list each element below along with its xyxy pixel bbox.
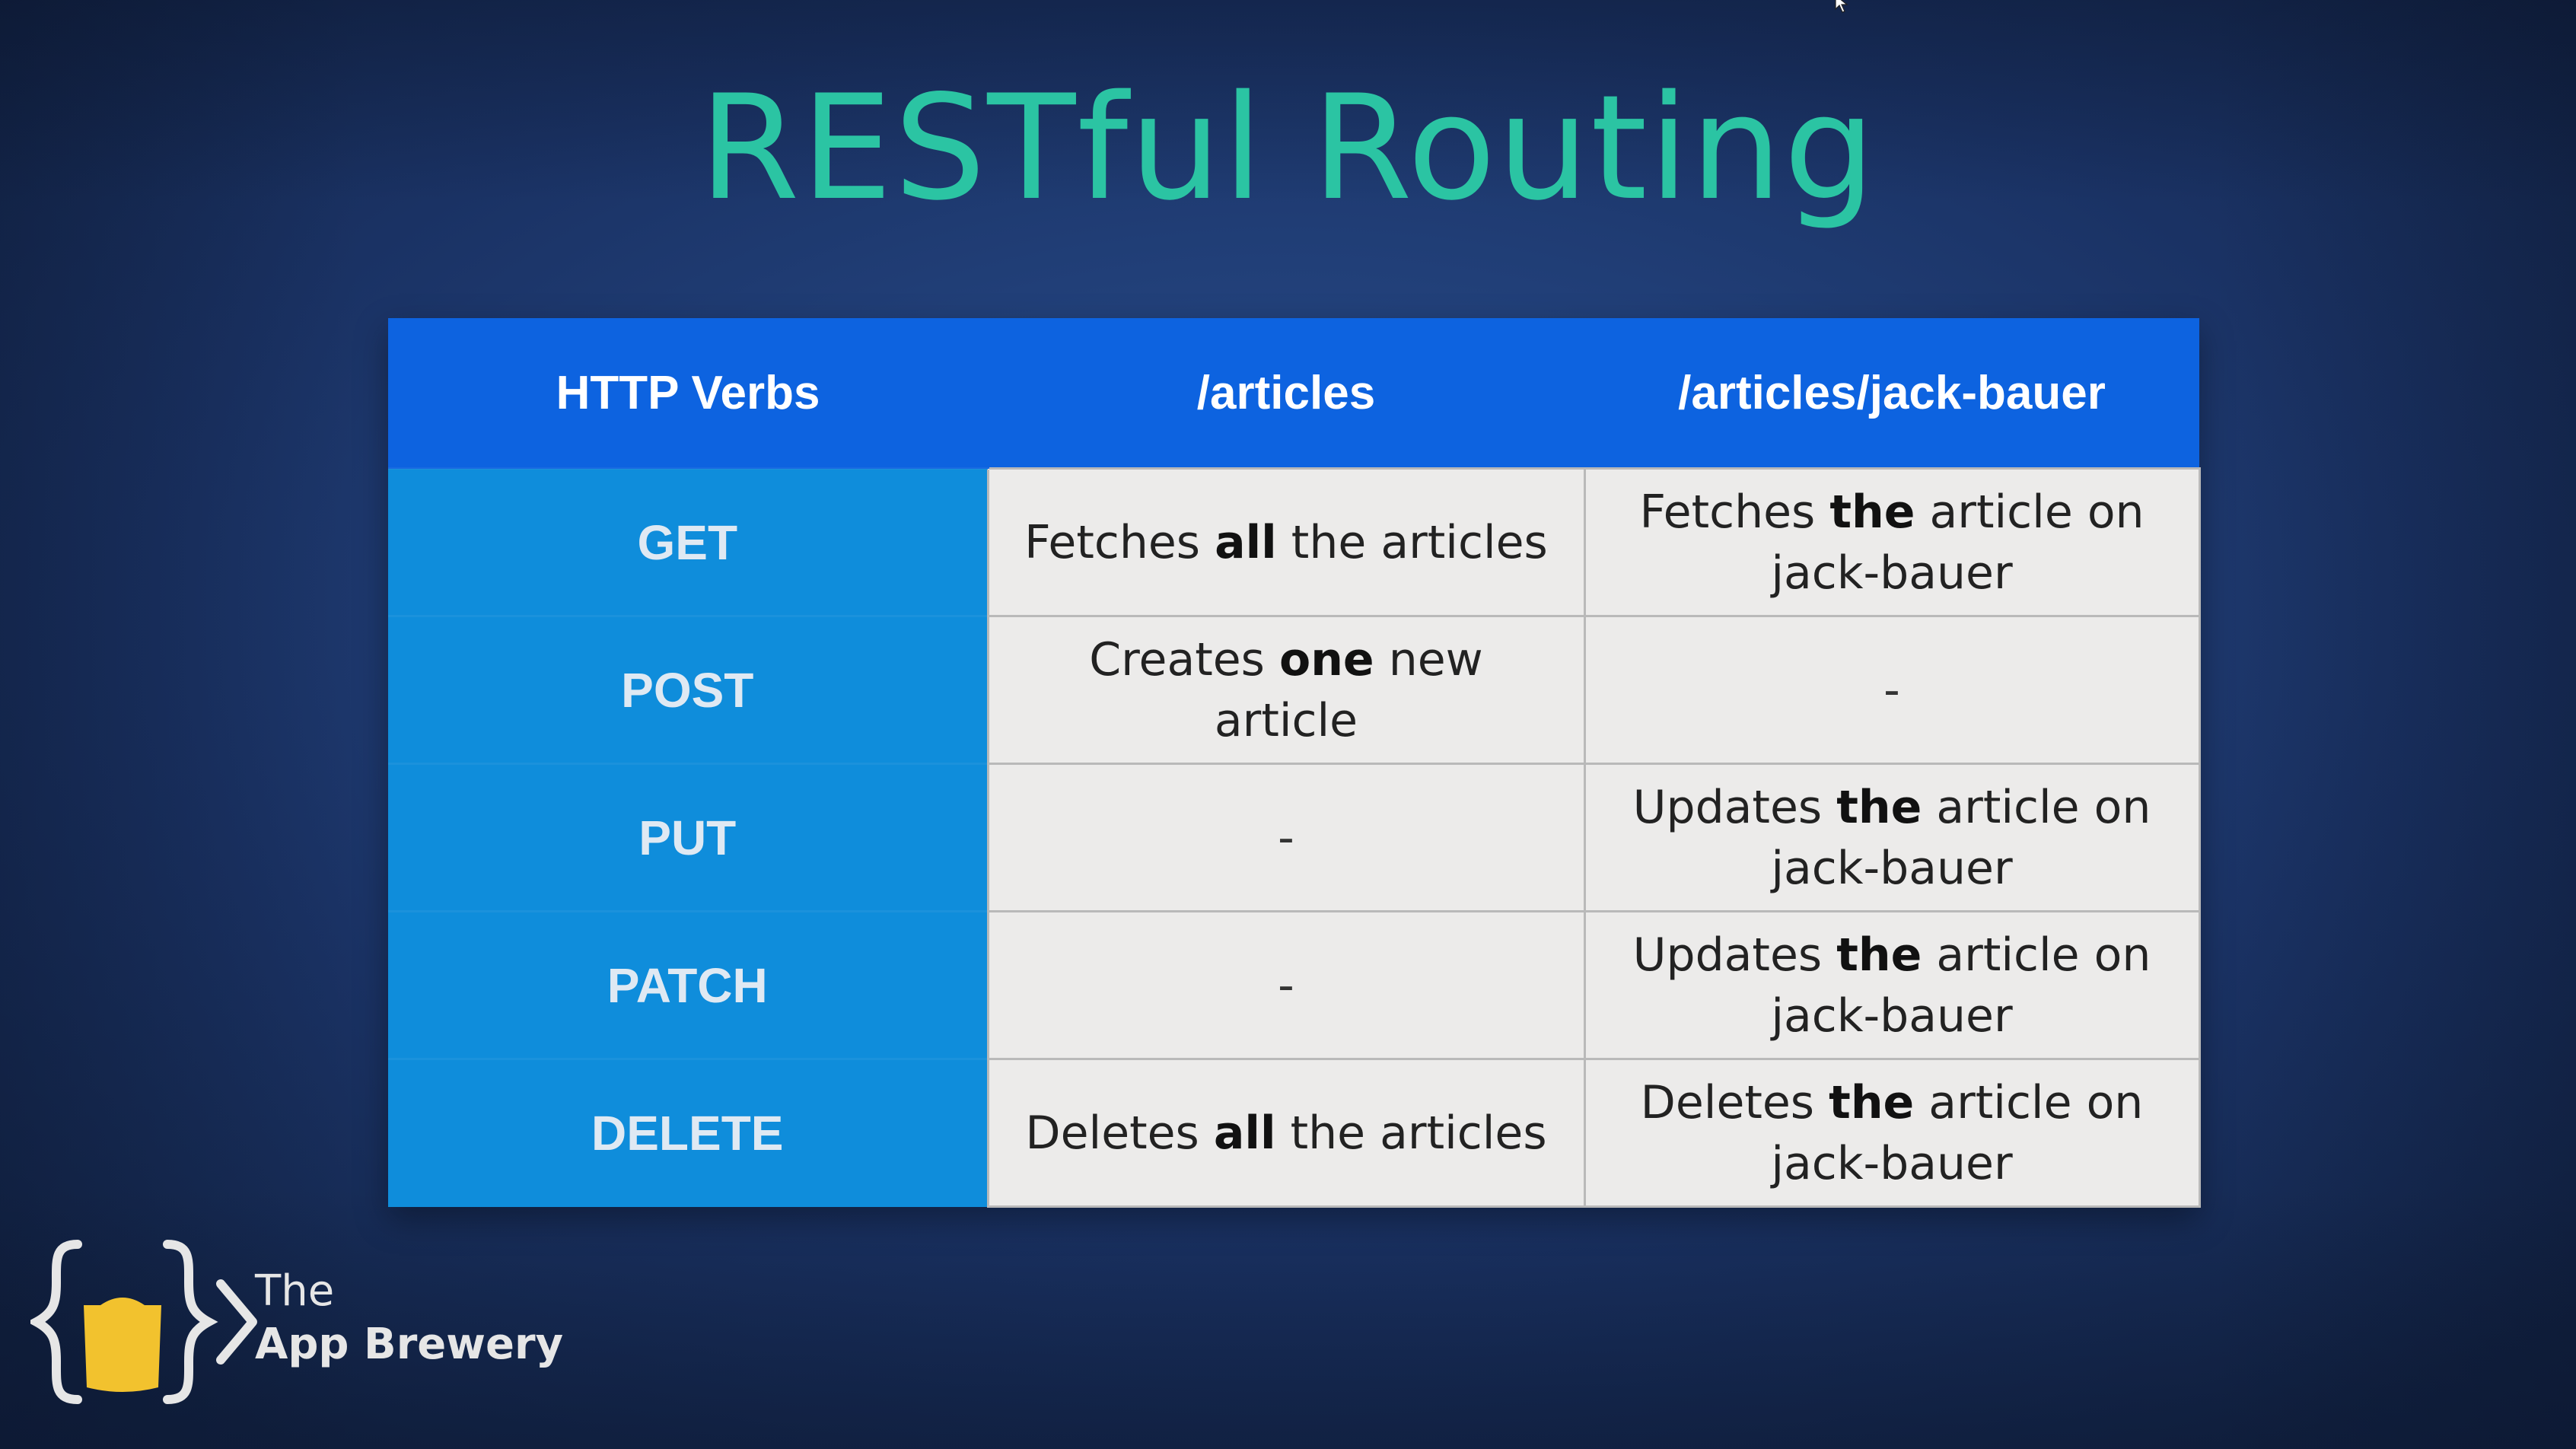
table-header-row: HTTP Verbs /articles /articles/jack-baue… <box>388 318 2199 469</box>
cell-emphasis: the <box>1836 928 1922 982</box>
articles-cell: Deletes all the articles <box>986 1058 1586 1208</box>
cell-emphasis: all <box>1215 515 1277 569</box>
cell-text: - <box>1883 663 1900 717</box>
slide-title: RESTful Routing <box>699 64 1877 232</box>
single-article-cell: Updates the article on jack-bauer <box>1583 910 2201 1060</box>
single-article-cell: - <box>1583 615 2201 765</box>
articles-cell: - <box>986 910 1586 1060</box>
articles-cell: Fetches all the articles <box>986 467 1586 617</box>
cell-emphasis: the <box>1836 780 1922 834</box>
routes-table: HTTP Verbs /articles /articles/jack-baue… <box>388 318 2201 1208</box>
header-articles: /articles <box>988 318 1584 469</box>
logo-text-the: The <box>255 1266 335 1316</box>
routes-table-container: HTTP Verbs /articles /articles/jack-baue… <box>388 318 2201 1208</box>
mouse-pointer-icon <box>1835 0 1848 13</box>
table-row: PATCH - Updates the article on jack-baue… <box>388 910 2201 1060</box>
table-row: POST Creates one new article - <box>388 615 2201 765</box>
cell-emphasis: one <box>1278 632 1374 686</box>
cell-text: Deletes <box>1640 1075 1829 1129</box>
single-article-cell: Updates the article on jack-bauer <box>1583 763 2201 912</box>
cell-text: the articles <box>1276 515 1548 569</box>
cell-emphasis: all <box>1213 1106 1276 1160</box>
verb-cell-put: PUT <box>388 763 988 912</box>
single-article-cell: Fetches the article on jack-bauer <box>1583 467 2201 617</box>
cell-text: the articles <box>1275 1106 1547 1160</box>
cell-text: Creates <box>1089 632 1279 686</box>
table-row: DELETE Deletes all the articles Deletes … <box>388 1058 2201 1208</box>
cell-text: Fetches <box>1639 485 1830 539</box>
cell-text: Deletes <box>1025 1106 1214 1160</box>
cell-text: Updates <box>1632 928 1837 982</box>
table-row: PUT - Updates the article on jack-bauer <box>388 763 2201 912</box>
verb-cell-patch: PATCH <box>388 910 988 1059</box>
cell-text: - <box>1278 810 1294 865</box>
articles-cell: Creates one new article <box>986 615 1586 765</box>
articles-cell: - <box>986 763 1586 912</box>
table-row: GET Fetches all the articles Fetches the… <box>388 467 2201 617</box>
verb-cell-get: GET <box>388 467 988 616</box>
cell-emphasis: the <box>1829 1075 1915 1129</box>
verb-cell-delete: DELETE <box>388 1058 988 1207</box>
cell-emphasis: the <box>1829 485 1915 539</box>
logo-text-app-brewery: App Brewery <box>255 1320 564 1369</box>
verb-cell-post: POST <box>388 615 988 764</box>
header-articles-jack-bauer: /articles/jack-bauer <box>1584 318 2199 469</box>
cell-text: - <box>1278 958 1294 1012</box>
beer-mug-braces-icon <box>30 1240 257 1404</box>
header-http-verbs: HTTP Verbs <box>388 318 988 469</box>
single-article-cell: Deletes the article on jack-bauer <box>1583 1058 2201 1208</box>
cell-text: Fetches <box>1024 515 1215 569</box>
app-brewery-logo: The App Brewery <box>30 1237 578 1412</box>
cell-text: Updates <box>1632 780 1837 834</box>
